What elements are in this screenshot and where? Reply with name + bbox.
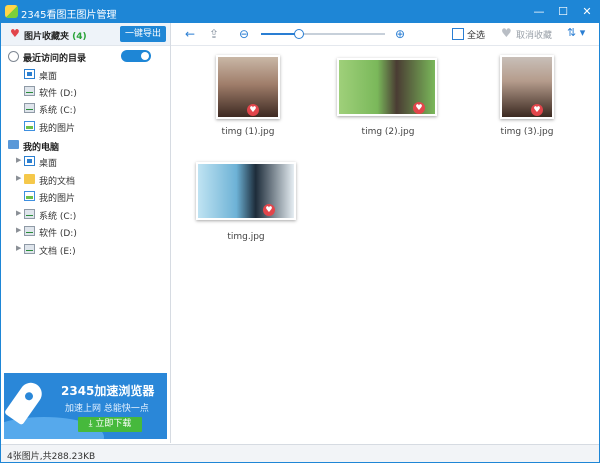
computer-section-header[interactable]: 我的电脑 xyxy=(1,137,170,153)
recent-item-label: 软件 (D:) xyxy=(39,89,77,99)
computer-item-drive-e[interactable]: ▶ 文档 (E:) xyxy=(1,241,170,257)
title-bar: 2345看图王图片管理 — ☐ ✕ xyxy=(1,1,599,23)
recent-toggle[interactable] xyxy=(121,50,151,62)
recent-item-drive-c[interactable]: 系统 (C:) xyxy=(1,100,170,116)
minimize-button[interactable]: — xyxy=(527,1,551,23)
recent-section-label: 最近访问的目录 xyxy=(23,54,87,64)
computer-item-label: 文档 (E:) xyxy=(39,247,76,257)
window-title: 2345看图王图片管理 xyxy=(21,10,117,21)
toggle-knob xyxy=(141,52,149,60)
computer-section-label: 我的电脑 xyxy=(23,143,60,153)
recent-item-drive-d[interactable]: 软件 (D:) xyxy=(1,83,170,99)
image-preview[interactable] xyxy=(500,55,554,119)
ad-title: 2345加速浏览器 xyxy=(61,384,155,398)
toolbar: ← ⇪ ⊖ ⊕ 全选 ♥ 取消收藏 ⇅ ▾ xyxy=(171,23,599,46)
computer-item-label: 我的图片 xyxy=(39,194,76,204)
picture-icon xyxy=(24,121,35,131)
image-preview[interactable] xyxy=(196,162,296,220)
expand-arrow-icon[interactable]: ▶ xyxy=(16,226,21,234)
recent-item-label: 我的图片 xyxy=(39,124,76,134)
computer-item-label: 桌面 xyxy=(39,159,58,169)
clock-icon xyxy=(8,51,19,62)
zoom-slider-fill xyxy=(261,33,299,35)
app-logo-icon xyxy=(5,5,18,18)
heart-outline-icon[interactable]: ♥ xyxy=(501,26,512,40)
folder-icon xyxy=(24,174,35,184)
drive-icon xyxy=(24,244,35,254)
zoom-slider[interactable] xyxy=(261,29,385,39)
sidebar: ♥ 图片收藏夹 (4) 一键导出 最近访问的目录 桌面 软件 (D:) 系统 (… xyxy=(1,23,171,443)
app-window: 2345看图王图片管理 — ☐ ✕ ♥ 图片收藏夹 (4) 一键导出 最近访问的… xyxy=(0,0,600,463)
status-text: 4张图片,共288.23KB xyxy=(7,452,96,462)
file-name: timg (1).jpg xyxy=(221,127,275,137)
favorites-header[interactable]: ♥ 图片收藏夹 (4) 一键导出 xyxy=(1,23,170,46)
drive-icon xyxy=(24,226,35,236)
export-button[interactable]: 一键导出 xyxy=(120,26,166,42)
maximize-button[interactable]: ☐ xyxy=(551,1,575,23)
desktop-icon xyxy=(24,156,35,166)
favorites-label: 图片收藏夹 (4) xyxy=(24,32,87,42)
computer-item-label: 系统 (C:) xyxy=(39,212,77,222)
drive-icon xyxy=(24,209,35,219)
computer-item-label: 我的文档 xyxy=(39,177,76,187)
heart-icon: ♥ xyxy=(10,27,20,40)
computer-icon xyxy=(8,140,19,149)
favorite-heart-icon[interactable]: ♥ xyxy=(531,104,543,116)
expand-arrow-icon[interactable]: ▶ xyxy=(16,174,21,182)
favorites-count: (4) xyxy=(72,32,87,42)
computer-item-desktop[interactable]: ▶ 桌面 xyxy=(1,153,170,169)
file-name: timg (2).jpg xyxy=(361,127,415,137)
favorite-heart-icon[interactable]: ♥ xyxy=(247,104,259,116)
zoom-in-icon[interactable]: ⊕ xyxy=(395,27,405,41)
select-all-label[interactable]: 全选 xyxy=(467,28,485,41)
favorite-heart-icon[interactable]: ♥ xyxy=(263,204,275,216)
recent-section-header[interactable]: 最近访问的目录 xyxy=(1,48,170,64)
picture-icon xyxy=(24,191,35,201)
ad-subtitle: 加速上网 总能快一点 xyxy=(65,404,149,414)
recent-item-label: 系统 (C:) xyxy=(39,106,77,116)
file-name: timg (3).jpg xyxy=(500,127,554,137)
zoom-out-icon[interactable]: ⊖ xyxy=(239,27,249,41)
expand-arrow-icon[interactable]: ▶ xyxy=(16,244,21,252)
status-bar: 4张图片,共288.23KB xyxy=(1,444,599,462)
computer-item-pictures[interactable]: 我的图片 xyxy=(1,188,170,204)
drive-icon xyxy=(24,103,35,113)
recent-item-label: 桌面 xyxy=(39,72,58,82)
sort-icon[interactable]: ⇅ ▾ xyxy=(567,26,585,39)
unfavorite-button[interactable]: 取消收藏 xyxy=(516,28,552,41)
browser-ad-banner[interactable]: 2345加速浏览器 加速上网 总能快一点 ⤓ 立即下载 xyxy=(4,373,167,439)
drive-icon xyxy=(24,86,35,96)
favorite-heart-icon[interactable]: ♥ xyxy=(413,102,425,114)
back-arrow-icon[interactable]: ← xyxy=(185,27,195,41)
recent-item-desktop[interactable]: 桌面 xyxy=(1,66,170,82)
image-grid: ♥ timg (1).jpg ♥ timg (2).jpg ♥ timg (3)… xyxy=(171,46,599,444)
computer-item-label: 软件 (D:) xyxy=(39,229,77,239)
expand-arrow-icon[interactable]: ▶ xyxy=(16,156,21,164)
expand-arrow-icon[interactable]: ▶ xyxy=(16,209,21,217)
computer-item-drive-c[interactable]: ▶ 系统 (C:) xyxy=(1,206,170,222)
desktop-icon xyxy=(24,69,35,79)
select-all-checkbox[interactable] xyxy=(452,28,464,40)
ad-download-button[interactable]: ⤓ 立即下载 xyxy=(78,417,142,432)
zoom-slider-handle[interactable] xyxy=(294,29,305,39)
computer-item-documents[interactable]: ▶ 我的文档 xyxy=(1,171,170,187)
file-name: timg.jpg xyxy=(227,232,265,242)
computer-item-drive-d[interactable]: ▶ 软件 (D:) xyxy=(1,223,170,239)
close-button[interactable]: ✕ xyxy=(575,1,599,23)
upload-icon[interactable]: ⇪ xyxy=(209,27,219,41)
recent-item-pictures[interactable]: 我的图片 xyxy=(1,118,170,134)
